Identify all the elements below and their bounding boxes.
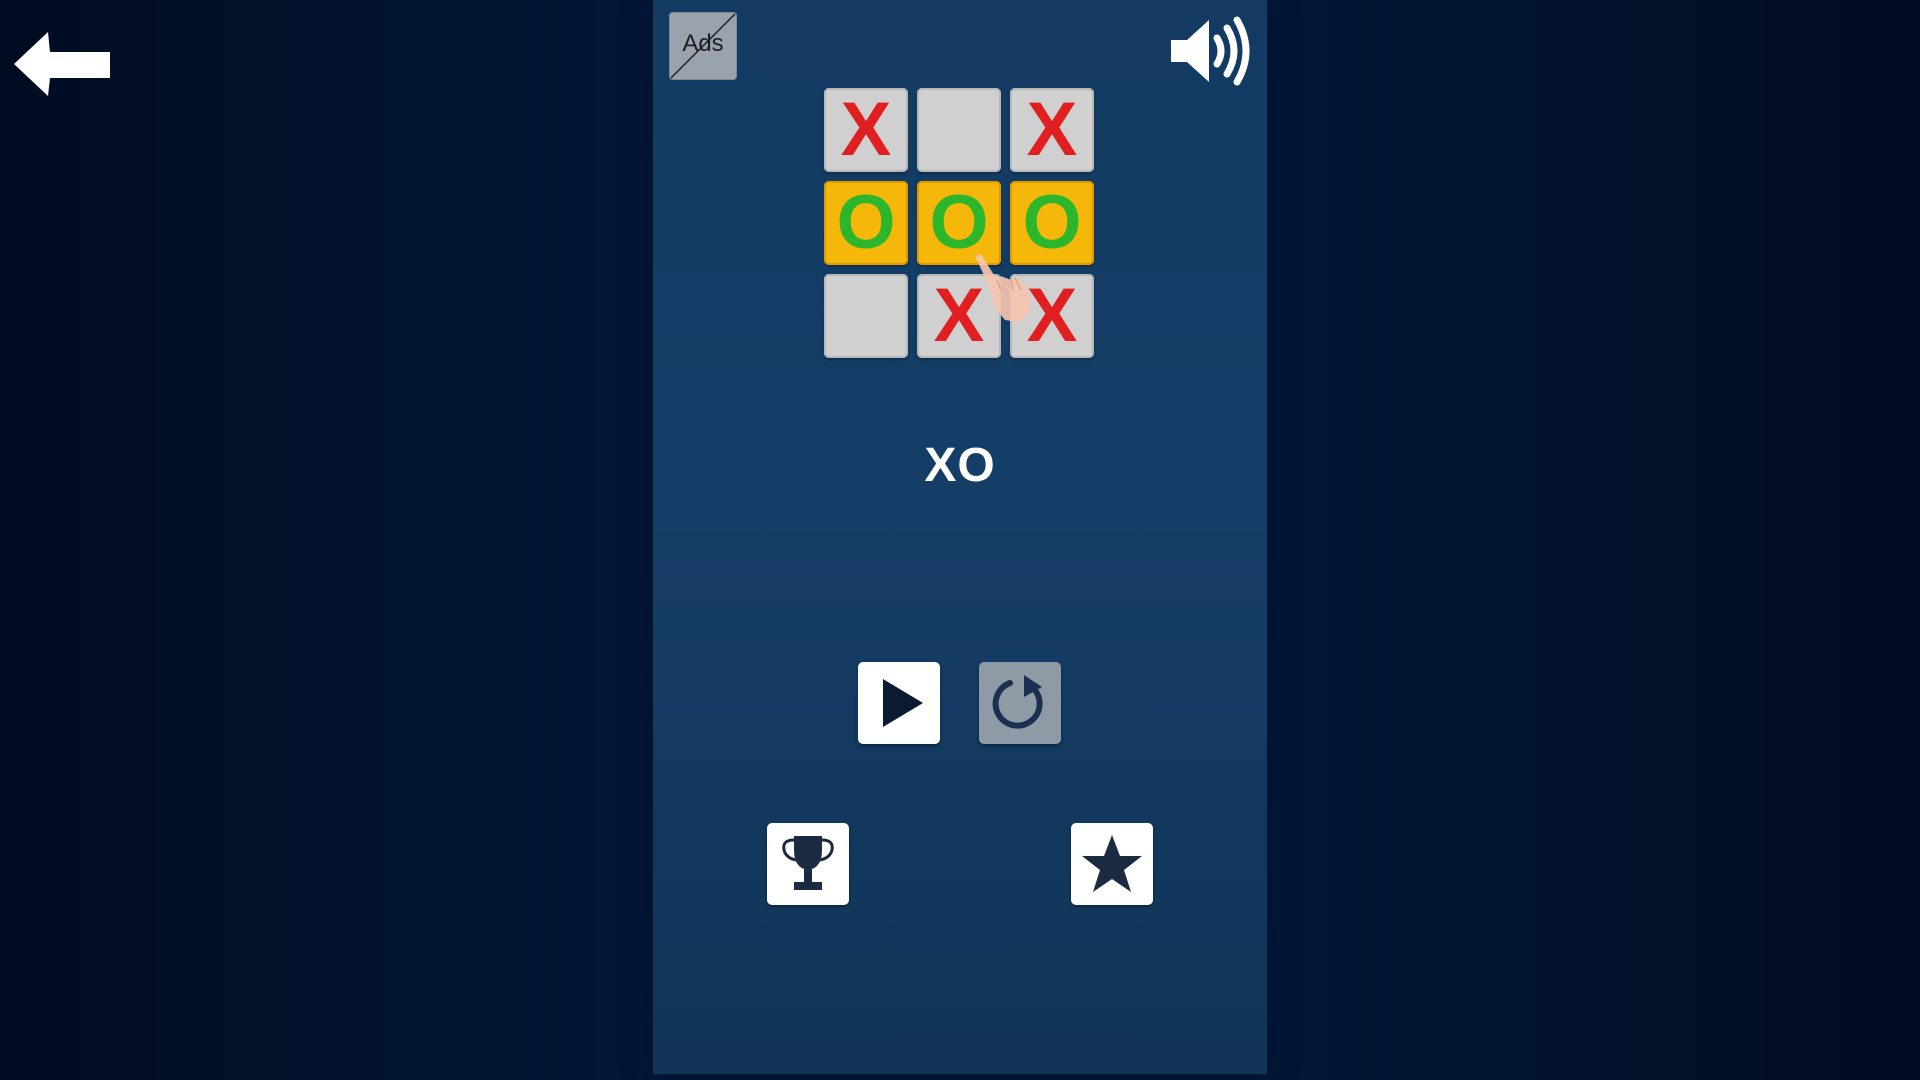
board-cell[interactable] <box>917 88 1001 172</box>
board-cell[interactable]: X <box>824 88 908 172</box>
star-icon <box>1082 835 1142 892</box>
tic-tac-toe-board: X X O O O X X <box>824 88 1094 358</box>
rate-button[interactable] <box>1071 823 1153 905</box>
game-panel: Ads X X O O O X X XO <box>653 0 1267 1074</box>
board-cell[interactable]: O <box>1010 181 1094 265</box>
board-cell[interactable]: X <box>1010 274 1094 358</box>
board-cell[interactable]: O <box>917 181 1001 265</box>
game-title: XO <box>924 439 996 492</box>
board-cell[interactable]: O <box>824 181 908 265</box>
leaderboard-button[interactable] <box>767 823 849 905</box>
restart-icon <box>992 675 1043 729</box>
restart-button[interactable] <box>979 662 1061 744</box>
game-screen: Ads X X O O O X X XO <box>0 0 1920 1080</box>
play-icon <box>883 679 923 727</box>
strike-through-icon <box>670 13 736 79</box>
back-button[interactable] <box>12 28 112 100</box>
board-cell[interactable]: X <box>917 274 1001 358</box>
sound-toggle-button[interactable] <box>1167 14 1253 88</box>
board-cell[interactable]: X <box>1010 88 1094 172</box>
speaker-icon <box>1171 16 1250 86</box>
remove-ads-button[interactable]: Ads <box>669 12 737 80</box>
trophy-icon <box>782 836 834 890</box>
back-arrow-icon <box>14 32 110 96</box>
play-button[interactable] <box>858 662 940 744</box>
board-cell[interactable] <box>824 274 908 358</box>
